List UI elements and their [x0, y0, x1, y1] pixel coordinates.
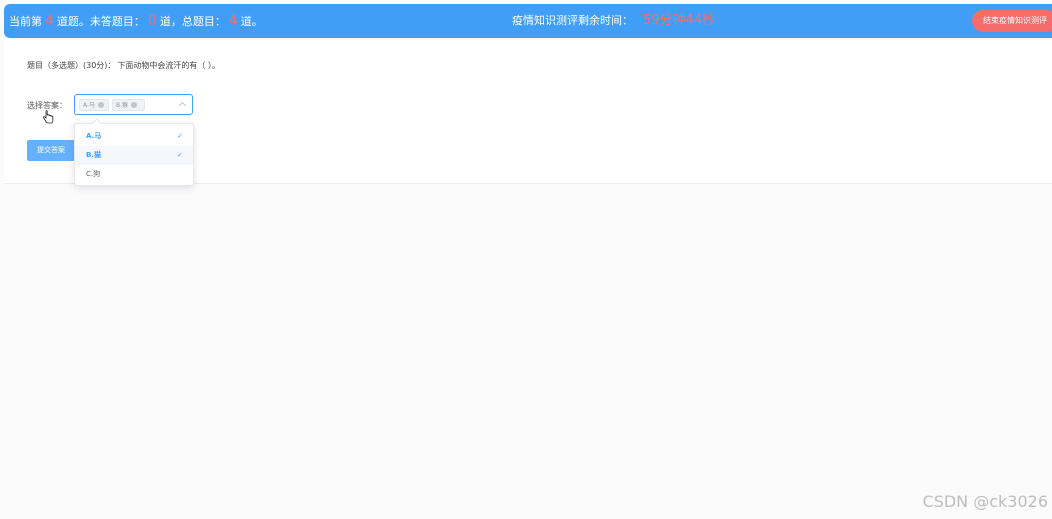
tag-label: A.马	[83, 102, 95, 109]
option-b[interactable]: B.猫 ✓	[75, 146, 193, 165]
current-question-number: 4	[45, 13, 54, 29]
unanswered-count: 0	[147, 13, 157, 29]
current-suffix: 道题。未答题目：	[56, 15, 145, 28]
question-line: 题目（多选题）(30分)： 下面动物中会流汗的有（ ）。	[27, 60, 220, 71]
option-label: A.马	[86, 132, 102, 140]
option-label: B.猫	[86, 151, 101, 159]
csdn-watermark: CSDN @ck3026	[922, 492, 1048, 511]
timer-info: 疫情知识测评剩余时间： 59分钟44秒	[512, 4, 715, 38]
tag-close-icon[interactable]	[97, 102, 104, 108]
check-icon: ✓	[177, 151, 183, 159]
option-label: C.狗	[86, 170, 101, 178]
answer-multi-select[interactable]: A.马 B.猴	[74, 94, 193, 115]
end-test-button[interactable]: 结束疫情知识测评	[972, 10, 1052, 32]
chevron-up-icon	[178, 101, 187, 110]
tag-label: B.猴	[116, 102, 129, 109]
question-text: 下面动物中会流汗的有（ ）。	[117, 61, 220, 70]
option-a[interactable]: A.马 ✓	[75, 127, 193, 146]
selected-tag: B.猴	[112, 99, 145, 111]
question-type-label: 题目（多选题）(30分)：	[27, 61, 116, 70]
selected-tag: A.马	[79, 99, 109, 111]
timer-value: 59分钟44秒	[643, 13, 716, 28]
hand-pointer-icon	[42, 110, 54, 124]
total-suffix: 道。	[240, 15, 263, 28]
answer-dropdown: A.马 ✓ B.猫 ✓ C.狗	[74, 118, 194, 186]
unanswered-suffix: 道，总题目：	[159, 15, 226, 28]
top-status-bar: 当前第 4 道题。未答题目： 0 道，总题目： 4 道。 疫情知识测评剩余时间： 59分钟44…	[4, 4, 1052, 38]
progress-info: 当前第 4 道题。未答题目： 0 道，总题目： 4 道。	[9, 4, 263, 38]
timer-label: 疫情知识测评剩余时间：	[512, 14, 633, 27]
check-icon: ✓	[177, 132, 183, 140]
total-count: 4	[228, 13, 238, 29]
option-c[interactable]: C.狗	[75, 165, 193, 184]
current-prefix: 当前第	[9, 15, 42, 28]
submit-answer-button[interactable]: 提交答案	[27, 140, 75, 161]
tag-close-icon[interactable]	[131, 102, 138, 108]
